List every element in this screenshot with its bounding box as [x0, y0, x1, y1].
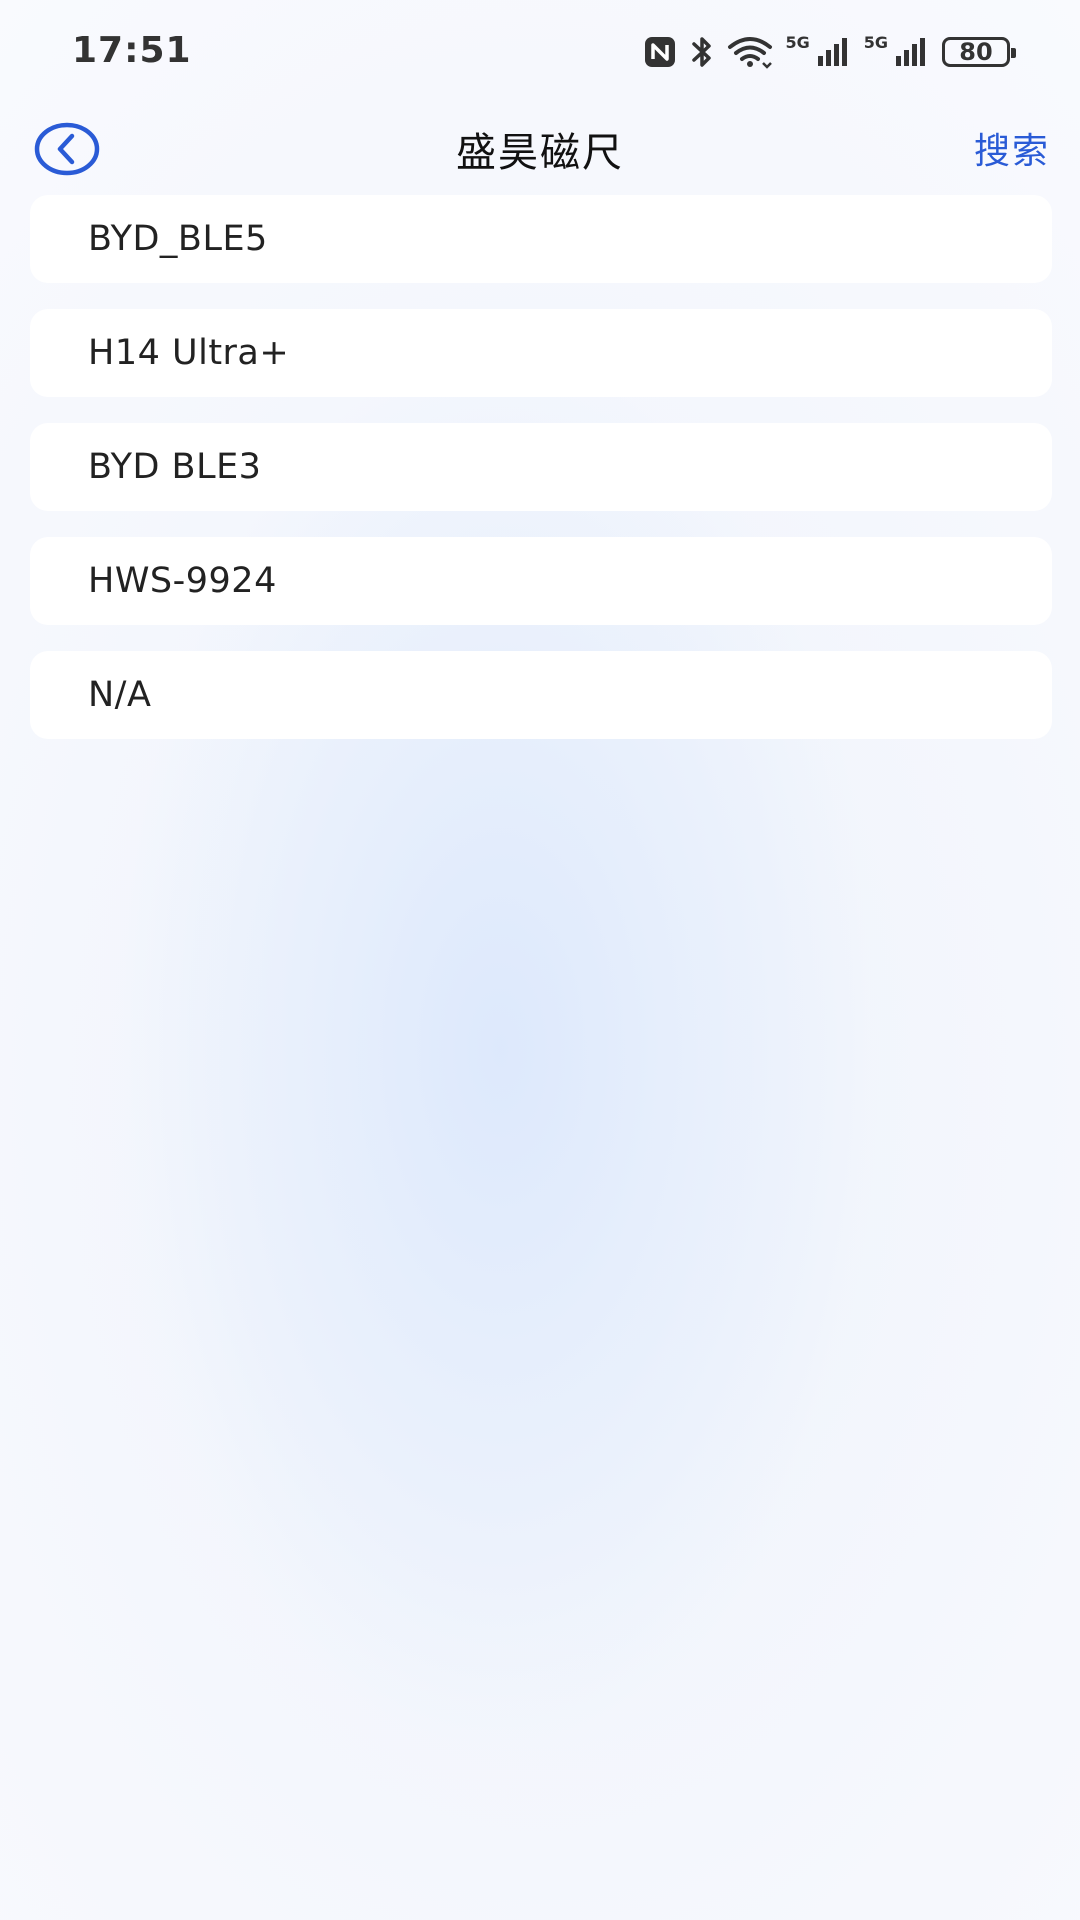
network-1-label: 5G	[785, 32, 810, 52]
device-name: HWS-9924	[88, 561, 277, 601]
device-name: BYD_BLE5	[88, 219, 268, 259]
device-item[interactable]: HWS-9924	[30, 537, 1052, 625]
bluetooth-icon	[689, 35, 715, 69]
device-item[interactable]: BYD_BLE5	[30, 195, 1052, 283]
device-item[interactable]: N/A	[30, 651, 1052, 739]
signal-2-icon	[894, 36, 930, 68]
header: 盛昊磁尺 搜索	[0, 100, 1080, 195]
battery-icon: 80	[942, 37, 1016, 67]
status-icons: 5G 5G 80	[643, 32, 1016, 72]
status-time: 17:51	[72, 30, 192, 71]
signal-1-icon	[816, 36, 852, 68]
search-button[interactable]: 搜索	[974, 122, 1050, 174]
network-2-label: 5G	[863, 32, 888, 52]
wifi-icon	[727, 35, 773, 69]
battery-level: 80	[959, 38, 993, 66]
page-title: 盛昊磁尺	[456, 130, 624, 176]
device-name: H14 Ultra+	[88, 333, 290, 373]
device-name: N/A	[88, 675, 152, 715]
nfc-icon	[643, 35, 677, 69]
device-name: BYD BLE3	[88, 447, 262, 487]
device-list: BYD_BLE5 H14 Ultra+ BYD BLE3 HWS-9924 N/…	[30, 195, 1052, 765]
status-bar: 17:51 5G 5G 80	[0, 0, 1080, 100]
device-item[interactable]: H14 Ultra+	[30, 309, 1052, 397]
device-item[interactable]: BYD BLE3	[30, 423, 1052, 511]
